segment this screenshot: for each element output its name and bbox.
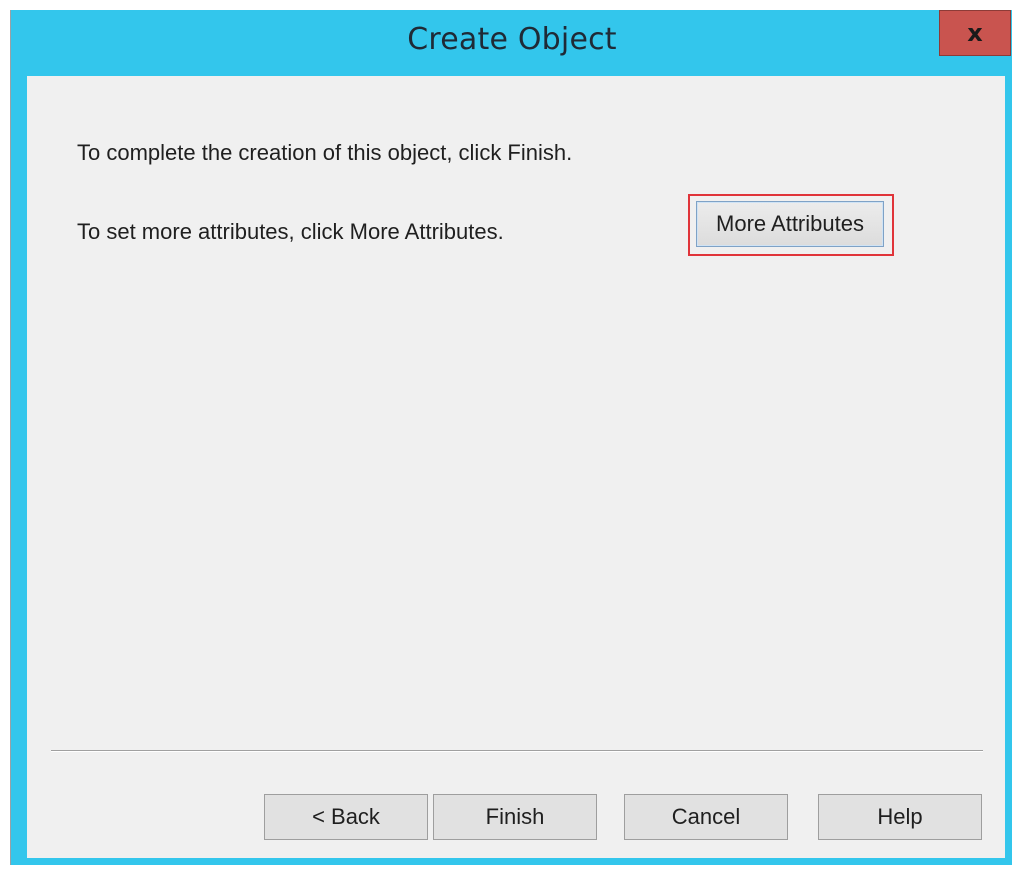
back-button[interactable]: < Back xyxy=(264,794,428,840)
dialog-title: Create Object xyxy=(407,22,617,57)
footer-separator xyxy=(51,750,983,752)
dialog-content: To complete the creation of this object,… xyxy=(27,76,1005,858)
help-button[interactable]: Help xyxy=(818,794,982,840)
finish-button[interactable]: Finish xyxy=(433,794,597,840)
close-button[interactable]: x xyxy=(939,10,1011,56)
cancel-button[interactable]: Cancel xyxy=(624,794,788,840)
close-icon: x xyxy=(967,19,983,47)
create-object-dialog: Create Object x To complete the creation… xyxy=(10,10,1012,865)
attributes-instruction-text: To set more attributes, click More Attri… xyxy=(77,219,504,244)
more-attributes-button[interactable]: More Attributes xyxy=(696,201,884,247)
title-bar: Create Object x xyxy=(11,10,1013,76)
finish-instruction-text: To complete the creation of this object,… xyxy=(77,140,573,165)
